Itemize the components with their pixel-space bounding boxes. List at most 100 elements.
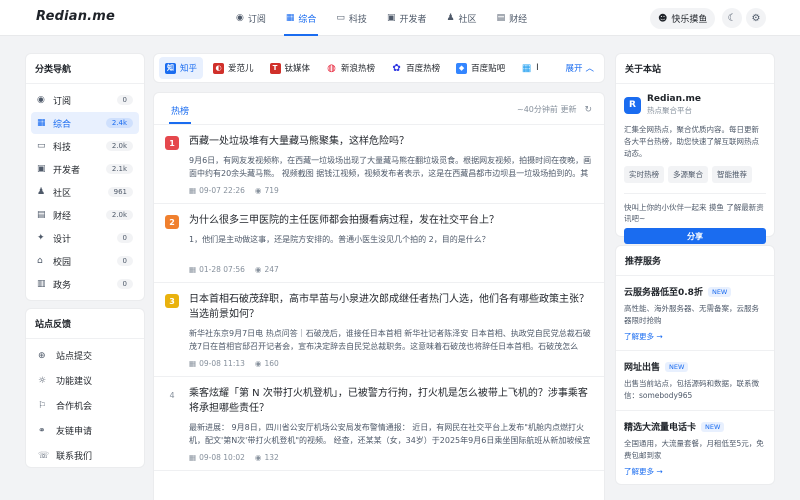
news-title[interactable]: 乘客炫耀「第 N 次带打火机登机」，已被警方行拘，打火机是怎么被带上飞机的？涉事… <box>189 386 592 416</box>
news-title[interactable]: 日本首相石破茂辞职，高市早苗与小泉进次郎成继任者热门人选，他们各有哪些政策主张？… <box>189 292 592 322</box>
dark-mode-button[interactable]: ☾ <box>722 8 742 28</box>
feedback-item-label: 友链申请 <box>56 427 93 437</box>
feedback-item-friend-link[interactable]: ⚭ 友链申请 <box>26 418 144 443</box>
about-tags: 实时热榜 多源聚合 智能推荐 <box>616 160 774 183</box>
calendar-icon: ▦ <box>189 453 197 462</box>
sidebar-item-developer[interactable]: ▣ 开发者 2.1k <box>31 158 139 180</box>
news-item[interactable]: 4 乘客炫耀「第 N 次带打火机登机」，已被警方行拘，打火机是怎么被带上飞机的？… <box>154 377 604 471</box>
rank-badge: 3 <box>165 294 179 308</box>
sidebar-item-design[interactable]: ✦ 设计 0 <box>31 227 139 249</box>
link-icon: ⚭ <box>38 425 46 436</box>
news-meta: ▦ 09-08 10:02 ◉ 132 <box>189 453 592 462</box>
refresh-icon[interactable]: ↻ <box>584 105 592 115</box>
sidebar-item-subscribe[interactable]: ◉ 订阅 0 <box>31 89 139 111</box>
news-date: 09-08 11:13 <box>199 359 245 368</box>
service-title: 精选大流量电话卡 <box>624 423 697 433</box>
service-link[interactable]: 了解更多 → <box>624 466 766 477</box>
ifanr-icon: ◐ <box>213 62 225 74</box>
sidebar-item-count: 2.1k <box>105 164 133 174</box>
sidebar-item-label: 财经 <box>53 211 72 222</box>
eye-icon: ◉ <box>254 453 262 462</box>
sidebar-item-label: 订阅 <box>53 96 72 107</box>
source-tab-tieba[interactable]: ◆ 百度贴吧 <box>450 57 511 79</box>
sidebar-item-label: 校园 <box>53 257 72 268</box>
service-desc: 全国通用，大流量套餐，月租低至5元，免费包邮到家 <box>624 439 764 460</box>
news-views: 160 <box>264 359 279 368</box>
source-tab-label: 百度热榜 <box>406 64 441 74</box>
moyu-button[interactable]: ☻ 快乐摸鱼 <box>650 8 716 29</box>
top-nav-label: 社区 <box>458 14 477 25</box>
users-icon: ♟ <box>446 13 455 23</box>
service-link[interactable]: 了解更多 → <box>624 331 766 342</box>
top-nav-label: 订阅 <box>247 14 266 25</box>
source-tab-baidu[interactable]: ✿ 百度热榜 <box>385 57 446 79</box>
sidebar-item-count: 2.4k <box>105 118 133 128</box>
sidebar-item-general[interactable]: ▦ 综合 2.4k <box>31 112 139 134</box>
feedback-item-label: 合作机会 <box>56 402 93 412</box>
tag: 多源聚合 <box>668 166 708 183</box>
source-tab-label: 钛媒体 <box>284 64 311 74</box>
news-desc: 1，他们是主动做这事，还是院方安排的。普通小医生没见几个拍的 2，目的是什么？ <box>189 235 490 244</box>
handshake-icon: ⚐ <box>38 400 47 411</box>
feedback-item-cooperation[interactable]: ⚐ 合作机会 <box>26 393 144 418</box>
expand-label: 展开 <box>565 64 583 74</box>
sidebar-item-government[interactable]: ▥ 政务 0 <box>31 273 139 295</box>
source-tab-label: 百度贴吧 <box>471 64 506 74</box>
about-card: 关于本站 R Redian.me 热点聚合平台 汇集全网热点，聚合优质内容。每日… <box>615 53 775 244</box>
service-item[interactable]: 精选大流量电话卡 NEW 全国通用，大流量套餐，月租低至5元，免费包邮到家 了解更… <box>616 411 774 485</box>
feedback-item-submit-site[interactable]: ⊕ 站点提交 <box>26 343 144 368</box>
grid-icon: ▦ <box>285 13 295 23</box>
sidebar-item-tech[interactable]: ▭ 科技 2.0k <box>31 135 139 157</box>
top-nav-finance[interactable]: ▤ 财经 <box>487 0 538 36</box>
news-title[interactable]: 西藏一处垃圾堆有大量藏马熊聚集，这样危险吗？ <box>189 134 592 149</box>
service-item[interactable]: 云服务器低至0.8折 NEW 高性能、海外服务器、无需备案，云服务器限时抢购 了解… <box>616 276 774 351</box>
sidebar-item-finance[interactable]: ▤ 财经 2.0k <box>31 204 139 226</box>
source-tab-more[interactable]: ▦ I <box>515 57 545 79</box>
eye-icon: ◉ <box>254 265 262 274</box>
rank-badge: 2 <box>165 215 179 229</box>
new-badge: NEW <box>707 286 732 297</box>
source-tab-label: I <box>536 63 539 73</box>
government-icon: ▥ <box>37 279 46 289</box>
sidebar-item-label: 综合 <box>53 119 72 130</box>
news-item[interactable]: 3 日本首相石破茂辞职，高市早苗与小泉进次郎成继任者热门人选，他们各有哪些政策主… <box>154 283 604 377</box>
source-tab-zhihu[interactable]: 知知乎 <box>159 57 204 79</box>
sidebar-item-community[interactable]: ♟ 社区 961 <box>31 181 139 203</box>
share-button[interactable]: 分享 <box>624 228 766 244</box>
news-date: 01-28 07:56 <box>199 265 245 274</box>
top-nav-developer[interactable]: ▣ 开发者 <box>377 0 437 36</box>
school-icon: ⌂ <box>37 256 43 266</box>
sidebar-item-count: 2.0k <box>105 210 133 220</box>
service-item[interactable]: 网址出售 NEW 出售当前站点，包括源码和数据，联系微信：somebody965 <box>616 351 774 411</box>
source-tab-label: 知乎 <box>180 64 198 74</box>
source-tab-tmtpost[interactable]: T 钛媒体 <box>264 57 317 79</box>
news-title[interactable]: 为什么很多三甲医院的主任医师都会拍摄看病过程，发在社交平台上？ <box>189 213 592 228</box>
site-logo[interactable]: Redian.me <box>36 9 115 24</box>
source-tab-sina[interactable]: ◍ 新浪热榜 <box>320 57 381 79</box>
news-item[interactable]: 2 为什么很多三甲医院的主任医师都会拍摄看病过程，发在社交平台上？ 1，他们是主… <box>154 204 604 283</box>
sidebar-item-label: 政务 <box>53 280 72 291</box>
calendar-icon: ▦ <box>189 359 197 368</box>
top-nav-community[interactable]: ♟ 社区 <box>436 0 486 36</box>
top-bar: Redian.me ◉ 订阅 ▦ 综合 ▭ 科技 ▣ 开发者 ♟ 社区 ▤ 财经 ☻ 快乐摸鱼… <box>0 0 800 36</box>
update-info: ~40分钟前 更新 ↻ <box>517 104 592 115</box>
sidebar-item-campus[interactable]: ⌂ 校园 0 <box>31 250 139 272</box>
source-tab-label: 新浪热榜 <box>341 64 376 74</box>
category-nav-card: 分类导航 ◉ 订阅 0 ▦ 综合 2.4k ▭ 科技 2.0k ▣ 开发者 2.1k ♟ 社区 96… <box>25 53 145 301</box>
chevron-up-icon: ︿ <box>585 64 594 74</box>
top-nav-subscribe[interactable]: ◉ 订阅 <box>226 0 276 36</box>
rss-icon: ◉ <box>236 13 244 23</box>
tab-hot[interactable]: 热榜 <box>168 104 192 124</box>
feedback-item-suggestion[interactable]: ☼ 功能建议 <box>26 368 144 393</box>
site-logo-icon: R <box>624 96 641 114</box>
top-nav-tech[interactable]: ▭ 科技 <box>326 0 377 36</box>
news-item[interactable]: 1 西藏一处垃圾堆有大量藏马熊聚集，这样危险吗？ 9月6日，有网友发视频称，在西… <box>154 125 604 204</box>
feedback-title: 站点反馈 <box>26 309 144 339</box>
top-nav-general[interactable]: ▦ 综合 <box>276 0 327 36</box>
category-nav-title: 分类导航 <box>26 54 144 84</box>
expand-button[interactable]: 展开 ︿ <box>565 62 594 74</box>
settings-button[interactable]: ⚙ <box>746 8 766 28</box>
feedback-item-contact[interactable]: ☏ 联系我们 <box>26 443 144 468</box>
source-tab-ifanr[interactable]: ◐ 爱范儿 <box>207 57 260 79</box>
about-subtitle: 热点聚合平台 <box>647 106 692 115</box>
